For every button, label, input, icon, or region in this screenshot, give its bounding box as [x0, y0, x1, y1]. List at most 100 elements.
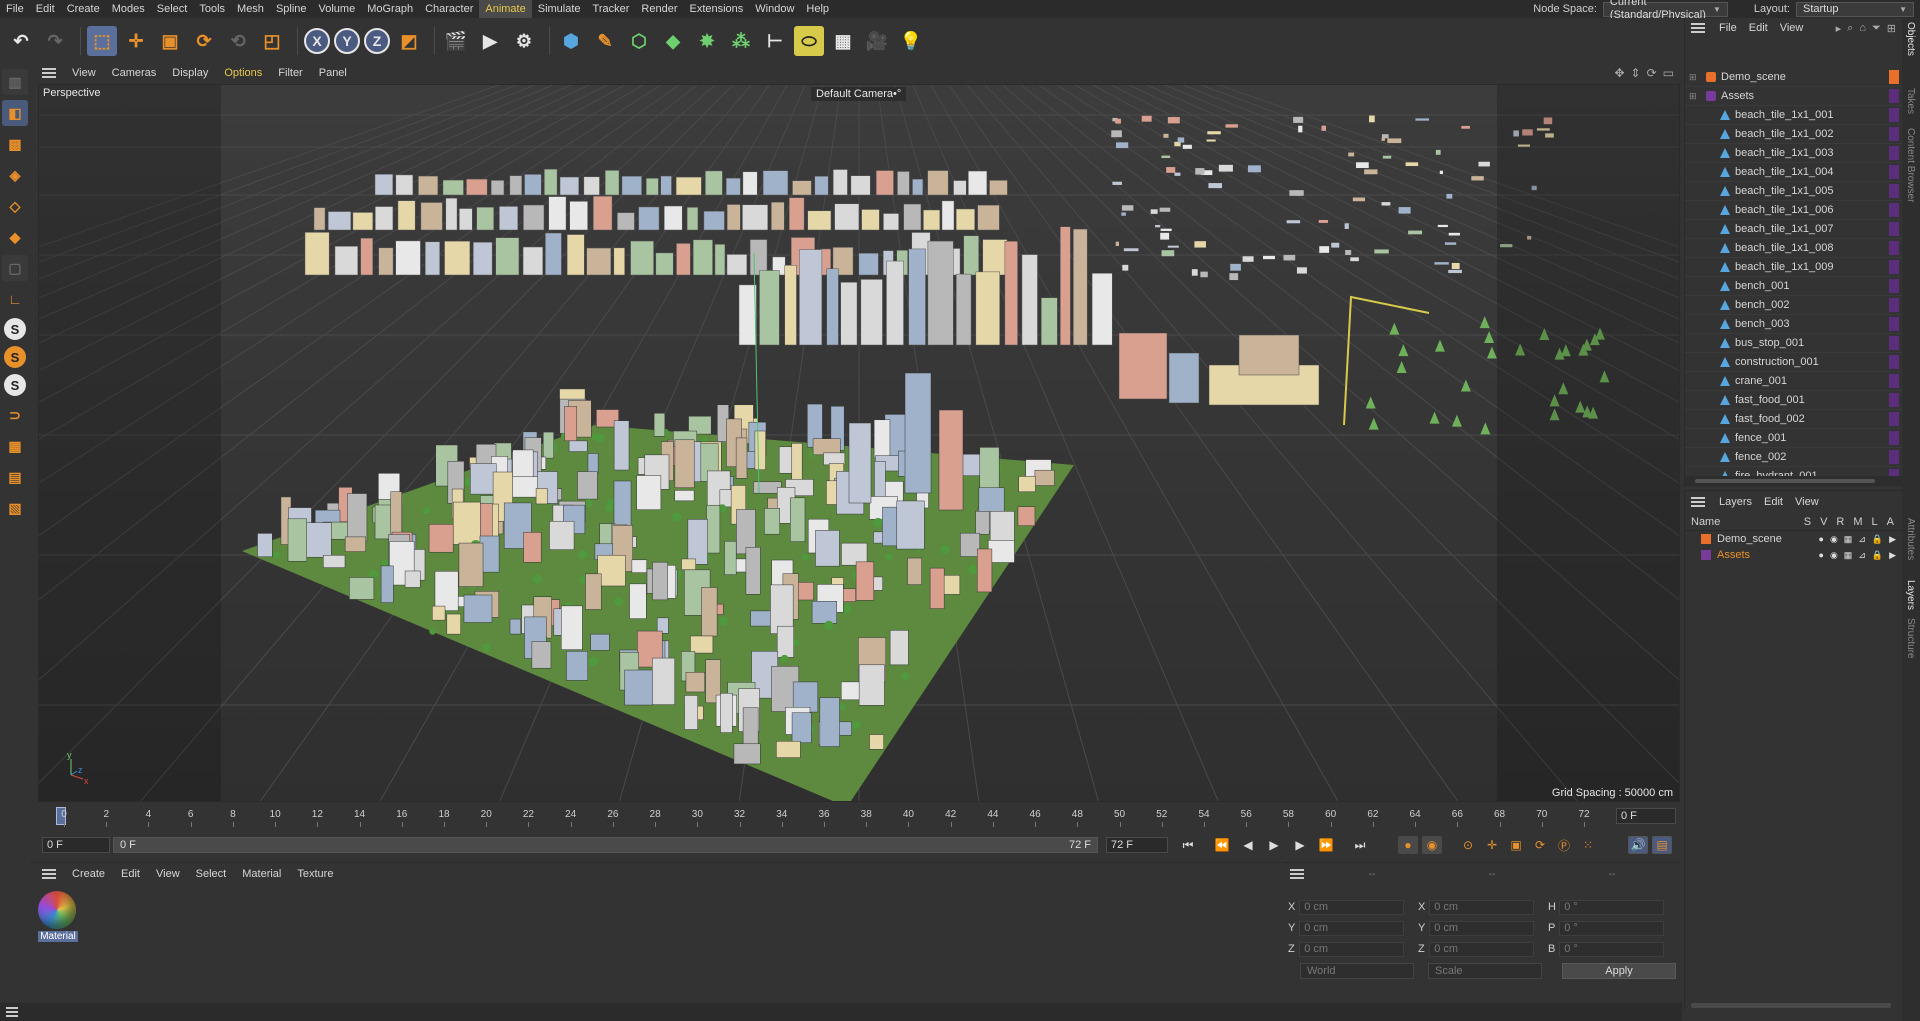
sound-icon[interactable]: 🔊: [1628, 836, 1648, 854]
layer-tag[interactable]: [1889, 108, 1899, 122]
menu-character[interactable]: Character: [419, 0, 479, 18]
rotation-field[interactable]: 0 °: [1559, 920, 1664, 936]
layer-tag[interactable]: [1889, 317, 1899, 331]
next-key-icon[interactable]: ⏩: [1316, 836, 1336, 854]
autokey-icon[interactable]: ◉: [1422, 836, 1442, 854]
planar-workplane-icon[interactable]: ▧: [2, 495, 28, 521]
menu-simulate[interactable]: Simulate: [532, 0, 587, 18]
material-menu-edit[interactable]: Edit: [113, 868, 148, 880]
object-row[interactable]: beach_tile_1x1_001: [1685, 106, 1903, 125]
layer-tag[interactable]: [1889, 222, 1899, 236]
render-settings-icon[interactable]: ⚙: [509, 26, 539, 56]
object-row[interactable]: bench_003: [1685, 315, 1903, 334]
lock-icon[interactable]: 🔒: [1872, 550, 1883, 561]
solo-dot-icon[interactable]: ●: [1819, 550, 1824, 561]
menu-tools[interactable]: Tools: [193, 0, 231, 18]
layer-tag[interactable]: [1889, 355, 1899, 369]
viewport-menu-display[interactable]: Display: [164, 67, 216, 79]
polygons-mode-icon[interactable]: ◆: [2, 224, 28, 250]
object-row[interactable]: ⊞ Assets: [1685, 87, 1903, 106]
menu-window[interactable]: Window: [749, 0, 800, 18]
viewport-menu-filter[interactable]: Filter: [270, 67, 310, 79]
redo-icon[interactable]: ↷: [40, 26, 70, 56]
select-tool-icon[interactable]: ⬚: [87, 26, 117, 56]
hamburger-icon[interactable]: [42, 869, 56, 879]
hamburger-icon[interactable]: [42, 68, 56, 78]
material-menu-material[interactable]: Material: [234, 868, 289, 880]
size-field[interactable]: 0 cm: [1429, 899, 1534, 915]
manager-icon[interactable]: ⊿: [1858, 534, 1866, 545]
subdivision-icon[interactable]: ⬡: [624, 26, 654, 56]
manager-icon[interactable]: ⊿: [1858, 550, 1866, 561]
object-row[interactable]: fence_002: [1685, 448, 1903, 467]
menu-animate[interactable]: Animate: [479, 0, 532, 18]
solo-dot-icon[interactable]: ●: [1819, 534, 1824, 545]
recent-tool-icon[interactable]: ⟲: [223, 26, 253, 56]
viewport-menu-cameras[interactable]: Cameras: [104, 67, 165, 79]
menu-spline[interactable]: Spline: [270, 0, 313, 18]
cube-primitive-icon[interactable]: ⬢: [556, 26, 586, 56]
go-to-start-icon[interactable]: ⏮: [1178, 836, 1198, 854]
animation-icon[interactable]: ▶: [1889, 534, 1896, 545]
extrude-generator-icon[interactable]: ◆: [658, 26, 688, 56]
hamburger-icon[interactable]: [1290, 869, 1304, 879]
material-swatch[interactable]: Material: [38, 891, 78, 949]
layer-tag[interactable]: [1889, 393, 1899, 407]
x-axis-lock-button[interactable]: X: [304, 28, 330, 54]
node-space-dropdown[interactable]: Current (Standard/Physical) ▼: [1602, 0, 1728, 21]
hamburger-icon[interactable]: [1691, 497, 1705, 507]
material-menu-view[interactable]: View: [148, 868, 188, 880]
scrollbar-thumb[interactable]: [1695, 479, 1875, 483]
object-row[interactable]: ⊞ Demo_scene: [1685, 68, 1903, 87]
hamburger-icon[interactable]: [6, 1007, 18, 1017]
object-row[interactable]: bench_001: [1685, 277, 1903, 296]
menu-edit[interactable]: Edit: [30, 0, 61, 18]
layers-menu-layers[interactable]: Layers: [1713, 496, 1758, 508]
arrow-right-icon[interactable]: ▸: [1836, 22, 1842, 35]
viewport-3d[interactable]: Perspective Default Camera•° Grid Spacin…: [38, 84, 1680, 802]
eye-icon[interactable]: ◉: [1830, 550, 1838, 561]
live-select-icon[interactable]: ◰: [257, 26, 287, 56]
layer-tag[interactable]: [1889, 412, 1899, 426]
layer-tag[interactable]: [1889, 298, 1899, 312]
record-icon[interactable]: ●: [1398, 836, 1418, 854]
expand-toggle-icon[interactable]: ⊞: [1689, 72, 1701, 83]
light-icon[interactable]: 💡: [896, 26, 926, 56]
layer-tag[interactable]: [1889, 127, 1899, 141]
lock-icon[interactable]: 🔒: [1872, 534, 1883, 545]
layer-tag[interactable]: [1889, 279, 1899, 293]
object-row[interactable]: beach_tile_1x1_004: [1685, 163, 1903, 182]
orbit-icon[interactable]: ⟳: [1647, 66, 1657, 80]
object-row[interactable]: bench_002: [1685, 296, 1903, 315]
menu-help[interactable]: Help: [800, 0, 835, 18]
floor-icon[interactable]: ▦: [828, 26, 858, 56]
snap-mode-icon[interactable]: S: [4, 374, 26, 396]
dolly-icon[interactable]: ⇕: [1631, 66, 1641, 80]
layer-tag[interactable]: [1889, 184, 1899, 198]
field-icon[interactable]: ⬭: [794, 26, 824, 56]
viewport-menu-panel[interactable]: Panel: [311, 67, 355, 79]
menu-modes[interactable]: Modes: [106, 0, 151, 18]
rotate-tool-icon[interactable]: ⟳: [189, 26, 219, 56]
layer-tag[interactable]: [1889, 241, 1899, 255]
layer-color-swatch[interactable]: [1701, 550, 1711, 560]
model-mode-icon[interactable]: ◧: [2, 100, 28, 126]
position-field[interactable]: 0 cm: [1299, 920, 1404, 936]
objects-menu-edit[interactable]: Edit: [1743, 22, 1774, 34]
material-menu-create[interactable]: Create: [64, 868, 113, 880]
z-axis-lock-button[interactable]: Z: [364, 28, 390, 54]
rotation-field[interactable]: 0 °: [1559, 899, 1664, 915]
camera-icon[interactable]: 🎥: [862, 26, 892, 56]
snap-icon[interactable]: S: [4, 318, 26, 340]
menu-select[interactable]: Select: [151, 0, 194, 18]
layers-scrollbar[interactable]: [1691, 1003, 1891, 1008]
layer-tag[interactable]: [1889, 70, 1899, 84]
key-position-icon[interactable]: ✛: [1482, 836, 1502, 854]
menu-volume[interactable]: Volume: [313, 0, 362, 18]
side-tab-content-browser[interactable]: Content Browser: [1905, 128, 1916, 202]
pen-spline-icon[interactable]: ✎: [590, 26, 620, 56]
material-menu-texture[interactable]: Texture: [289, 868, 341, 880]
menu-tracker[interactable]: Tracker: [587, 0, 636, 18]
menu-mograph[interactable]: MoGraph: [361, 0, 419, 18]
key-parameter-icon[interactable]: Ⓟ: [1554, 836, 1574, 854]
